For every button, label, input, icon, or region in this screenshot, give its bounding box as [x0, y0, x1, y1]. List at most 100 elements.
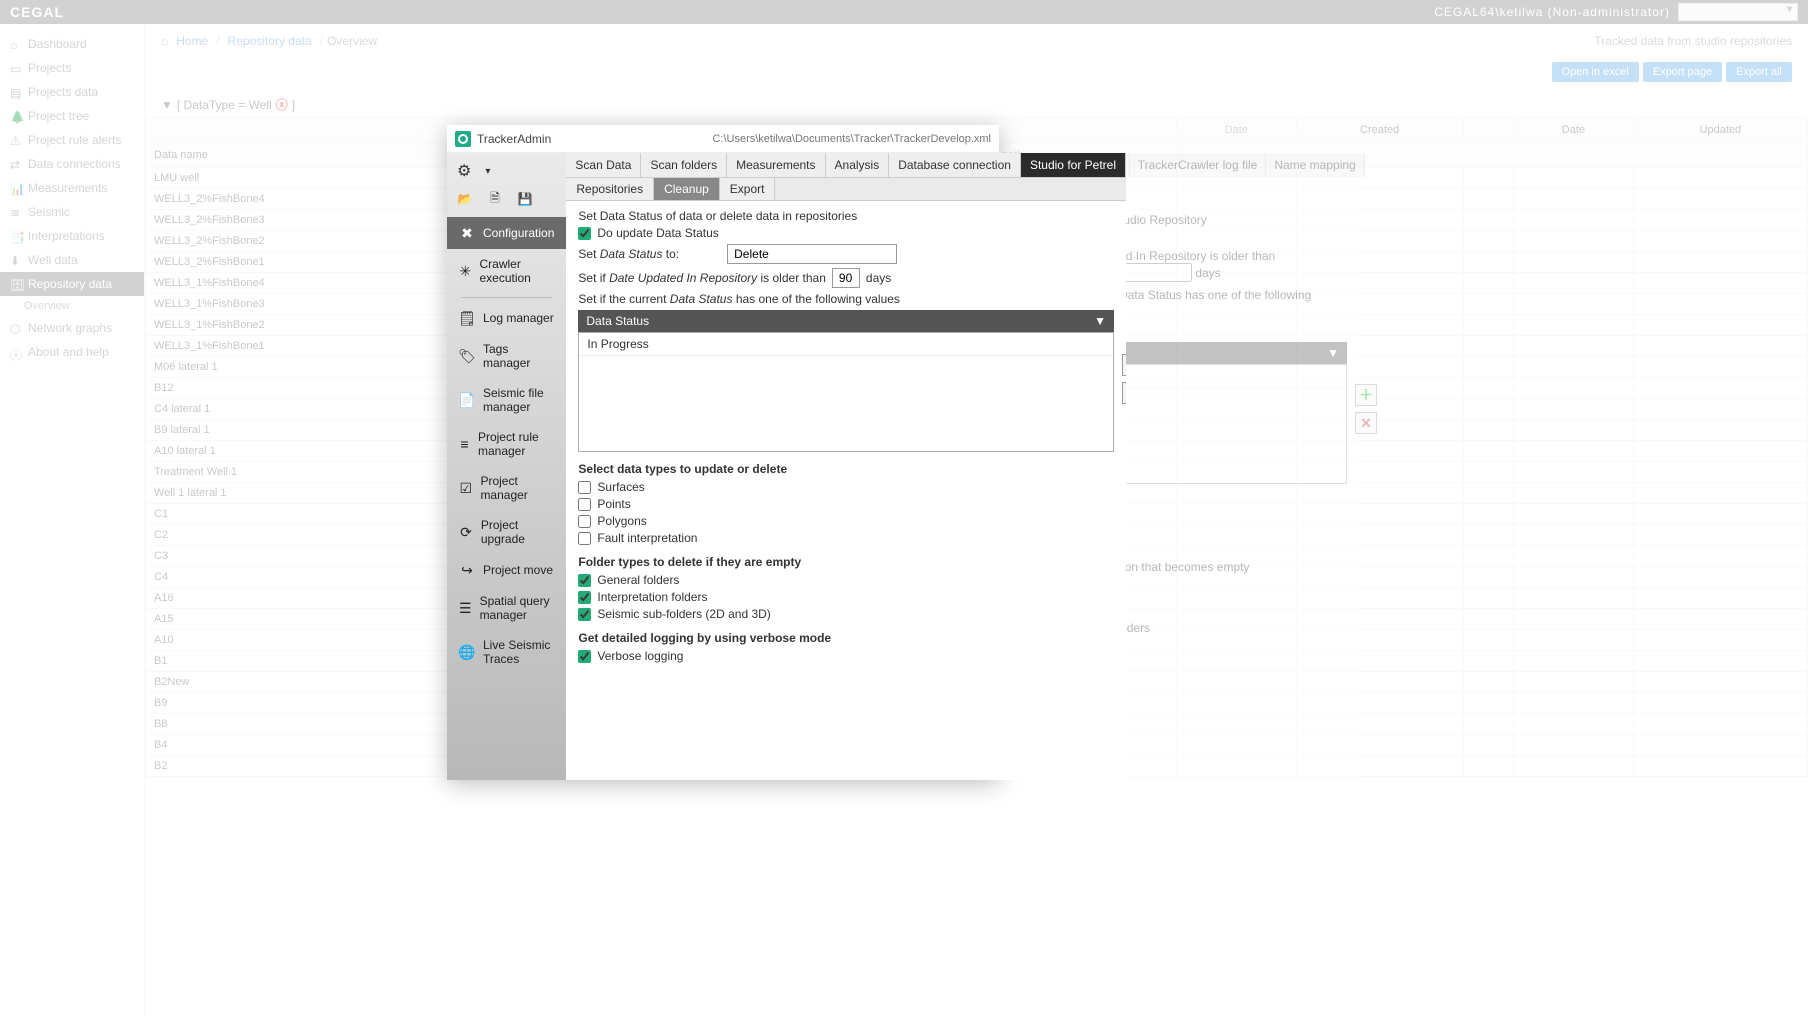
panel-heading: Set Data Status of data or delete data i… [578, 209, 1114, 223]
tab-scan-data[interactable]: Scan Data [566, 153, 641, 177]
user-dropdown[interactable] [1678, 3, 1798, 21]
export-page-button[interactable]: Export page [1643, 62, 1722, 82]
gear-icon[interactable]: ⚙ [457, 161, 471, 181]
cb-verbose[interactable] [578, 650, 591, 663]
dialog-nav: ⚙ ▾ 📂 🗎 💾 ✖Configuration ✳Crawler executi… [447, 153, 566, 780]
cleanup-panel: Set Data Status of data or delete data i… [566, 201, 1126, 780]
remove-status-icon[interactable]: ✕ [1355, 412, 1377, 434]
nav-tags-manager[interactable]: 🏷Tags manager [447, 334, 566, 378]
tab-measurements[interactable]: Measurements [727, 153, 825, 177]
data-status-list: In Progress [578, 332, 1114, 452]
new-file-icon[interactable]: 🗎 [487, 191, 503, 207]
tab-crawler-log[interactable]: TrackerCrawler log file [1130, 153, 1267, 177]
tab-scan-folders[interactable]: Scan folders [641, 153, 727, 177]
nav-project-upgrade[interactable]: ⟳Project upgrade [447, 510, 566, 554]
nav-project-manager[interactable]: ☑Project manager [447, 466, 566, 510]
tab-db-connection[interactable]: Database connection [889, 153, 1021, 177]
col-date2[interactable]: Date [1514, 118, 1634, 143]
add-status-icon[interactable]: ＋ [1355, 384, 1377, 406]
cb-points[interactable] [578, 498, 591, 511]
crawler-icon: ✳ [459, 263, 471, 279]
nav-log-manager[interactable]: 🗒Log manager [447, 302, 566, 334]
log-icon: 🗒 [459, 310, 475, 326]
nav-seismic-file[interactable]: 📄Seismic file manager [447, 378, 566, 422]
sidebar-item-network-graphs[interactable]: ⬡Network graphs [0, 316, 144, 340]
cb-polygons[interactable] [578, 515, 591, 528]
filter-clear-icon[interactable]: ⓧ [276, 96, 288, 113]
cb-surfaces[interactable] [578, 481, 591, 494]
filter-icon[interactable]: ▼ [1327, 346, 1339, 360]
main-tabs: Scan Data Scan folders Measurements Anal… [566, 153, 1126, 178]
save-icon[interactable]: 💾 [517, 191, 533, 207]
sidebar-item-projects[interactable]: ▭Projects [0, 56, 144, 80]
cb-do-update[interactable] [578, 227, 591, 240]
breadcrumb-home[interactable]: Home [176, 34, 208, 48]
rule-icon: ≡ [459, 436, 470, 452]
app-icon [455, 131, 471, 147]
sidebar-item-about[interactable]: ⓘAbout and help [0, 340, 144, 364]
dialog-titlebar[interactable]: TrackerAdmin C:\Users\ketilwa\Documents\… [447, 125, 999, 153]
cb-fault[interactable] [578, 532, 591, 545]
filter-icon[interactable]: ▼ [1094, 314, 1106, 328]
filter-row: ▼ [ DataType = Well ⓧ ] [145, 92, 1808, 117]
sidebar-item-repository-data[interactable]: 🗄Repository data [0, 272, 144, 296]
export-all-button[interactable]: Export all [1726, 62, 1792, 82]
sidebar-item-measurements[interactable]: 📊Measurements [0, 176, 144, 200]
col-updated[interactable]: Updated [1633, 118, 1807, 143]
nav-live-seismic[interactable]: 🌐Live Seismic Traces [447, 630, 566, 674]
subtab-export[interactable]: Export [720, 178, 776, 200]
data-status-item[interactable]: In Progress [579, 333, 1113, 356]
filter-text: [ DataType = Well [177, 98, 272, 112]
tab-name-mapping[interactable]: Name mapping [1266, 153, 1364, 177]
subtab-repositories[interactable]: Repositories [566, 178, 654, 200]
sidebar-item-well-data[interactable]: ⬇Well data [0, 248, 144, 272]
move-icon: ↪ [459, 562, 475, 578]
tab-analysis[interactable]: Analysis [826, 153, 890, 177]
breadcrumb-overview: Overview [327, 34, 377, 48]
col-created[interactable]: Created [1296, 118, 1463, 143]
cb-general-folders[interactable] [578, 574, 591, 587]
globe-icon: 🌐 [459, 644, 475, 660]
page-title: Tracked data from studio repositories [1594, 34, 1792, 48]
sub-tabs: Repositories Cleanup Export [566, 178, 1126, 201]
nav-project-move[interactable]: ↪Project move [447, 554, 566, 586]
remove-status-button[interactable]: ✕ [1122, 382, 1126, 404]
select-types-heading: Select data types to update or delete [578, 462, 1114, 476]
nav-project-rule[interactable]: ≡Project rule manager [447, 422, 566, 466]
open-excel-button[interactable]: Open in excel [1552, 62, 1639, 82]
upgrade-icon: ⟳ [459, 524, 473, 540]
topbar: CEGAL CEGAL64\ketilwa (Non-administrator… [0, 0, 1808, 24]
user-label: CEGAL64\ketilwa (Non-administrator) [1434, 5, 1670, 19]
nav-spatial-query[interactable]: ☰Spatial query manager [447, 586, 566, 630]
cb-interp-folders[interactable] [578, 591, 591, 604]
breadcrumb: ⌂ Home / Repository data / Overview Trac… [145, 24, 1808, 58]
sidebar-item-project-tree[interactable]: 🌲Project tree [0, 104, 144, 128]
sidebar-item-seismic[interactable]: ≋Seismic [0, 200, 144, 224]
days-input[interactable] [832, 268, 860, 288]
subtab-cleanup[interactable]: Cleanup [654, 178, 720, 200]
home-icon: ⌂ [161, 34, 168, 48]
breadcrumb-repo[interactable]: Repository data [228, 34, 312, 48]
data-status-header: Data Status ▼ [578, 310, 1114, 332]
data-status-input[interactable] [727, 244, 897, 264]
folder-open-icon[interactable]: 📂 [457, 191, 473, 207]
chevron-down-icon[interactable]: ▾ [485, 166, 490, 177]
check-icon: ☑ [459, 480, 472, 496]
sidebar-item-interpretations[interactable]: 📑Interpretations [0, 224, 144, 248]
add-status-button[interactable]: ＋ [1122, 354, 1126, 376]
sidebar: ⌂Dashboard ▭Projects ▤Projects data 🌲Pro… [0, 24, 145, 1016]
col-date[interactable]: Date [1177, 118, 1297, 143]
tab-studio-petrel[interactable]: Studio for Petrel [1021, 153, 1126, 177]
sidebar-item-data-connections[interactable]: ⇄Data connections [0, 152, 144, 176]
cb-seismic-sub[interactable] [578, 608, 591, 621]
sidebar-item-dashboard[interactable]: ⌂Dashboard [0, 32, 144, 56]
folder-types-heading: Folder types to delete if they are empty [578, 555, 1114, 569]
sidebar-item-projects-data[interactable]: ▤Projects data [0, 80, 144, 104]
nav-crawler[interactable]: ✳Crawler execution [447, 249, 566, 293]
filter-icon: ▼ [161, 98, 173, 112]
tracker-admin-dialog: TrackerAdmin C:\Users\ketilwa\Documents\… [447, 125, 999, 780]
nav-configuration[interactable]: ✖Configuration [447, 217, 566, 249]
sidebar-item-rule-alerts[interactable]: ⚠Project rule alerts [0, 128, 144, 152]
brand-logo: CEGAL [10, 4, 64, 20]
sidebar-sub-overview[interactable]: Overview [0, 296, 144, 316]
